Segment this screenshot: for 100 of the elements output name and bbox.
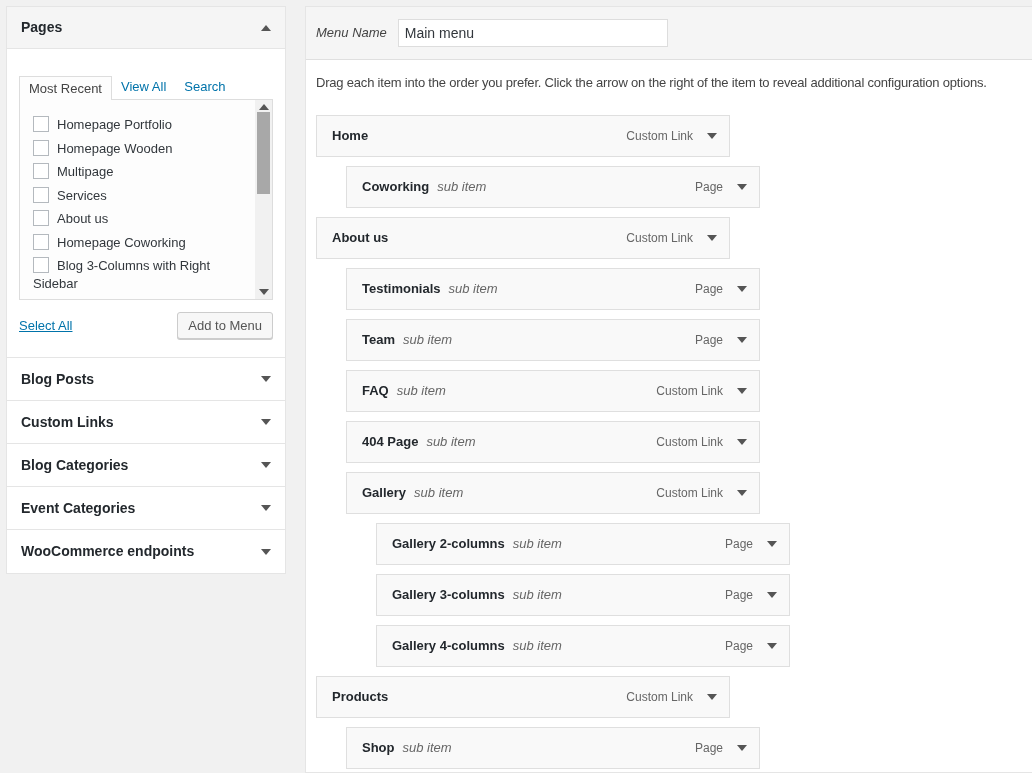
- expand-arrow-icon: [707, 235, 717, 241]
- menu-item-title: 404 Page: [362, 433, 419, 452]
- item-type: Custom Link: [656, 383, 723, 400]
- expand-arrow-icon: [261, 548, 271, 555]
- expand-arrow-icon: [737, 184, 747, 190]
- menu-item-bar[interactable]: Gallery 4-columns sub item Page: [376, 625, 790, 667]
- accordion-header[interactable]: Pages: [7, 7, 285, 49]
- collapse-arrow-icon: [261, 24, 271, 31]
- sub-item-note: sub item: [437, 178, 487, 197]
- scroll-up-icon: [258, 104, 269, 110]
- expand-arrow-icon: [261, 419, 271, 425]
- expand-arrow-icon: [767, 643, 777, 649]
- expand-arrow-icon: [737, 388, 747, 394]
- menu-item-bar[interactable]: Team sub item Page: [346, 319, 760, 361]
- expand-arrow-icon: [737, 745, 747, 751]
- checkbox[interactable]: [33, 139, 49, 156]
- expand-toggle[interactable]: [767, 592, 777, 598]
- menu-item-bar[interactable]: Home Custom Link: [316, 115, 730, 157]
- menu-item-bar[interactable]: Testimonials sub item Page: [346, 268, 760, 310]
- menu-item-title: Gallery 3-columns: [392, 586, 505, 605]
- menu-item-bar[interactable]: Coworking sub item Page: [346, 166, 760, 208]
- page-checkbox-item[interactable]: Homepage Portfolio: [33, 116, 251, 134]
- menu-item-title: Gallery 2-columns: [392, 535, 505, 554]
- expand-arrow-icon: [767, 592, 777, 598]
- menu-item-title: FAQ: [362, 382, 389, 401]
- menu-name-field[interactable]: Main menu: [397, 19, 668, 47]
- expand-arrow-icon: [707, 694, 717, 700]
- page-checkbox-item[interactable]: Blog 3-Columns with Right Sidebar: [33, 257, 251, 293]
- expand-toggle[interactable]: [737, 286, 747, 292]
- expand-toggle[interactable]: [737, 490, 747, 496]
- item-type: Page: [694, 740, 723, 757]
- expand-toggle[interactable]: [767, 643, 777, 649]
- expand-arrow-icon: [737, 337, 747, 343]
- expand-arrow-icon: [261, 376, 271, 382]
- tab[interactable]: Search: [175, 75, 235, 99]
- expand-toggle[interactable]: [707, 235, 717, 241]
- menu-item-bar[interactable]: Products Custom Link: [316, 676, 730, 718]
- expand-toggle[interactable]: [737, 745, 747, 751]
- item-type: Page: [724, 638, 753, 655]
- expand-toggle[interactable]: [737, 337, 747, 343]
- sub-item-note: sub item: [512, 637, 562, 656]
- expand-arrow-icon: [737, 490, 747, 496]
- checkbox[interactable]: [33, 186, 49, 203]
- page-checkbox-item[interactable]: Services: [33, 186, 251, 205]
- menu-item-bar[interactable]: Gallery 2-columns sub item Page: [376, 523, 790, 565]
- menu-item-title: Gallery: [362, 484, 407, 503]
- expand-toggle[interactable]: [737, 388, 747, 394]
- menu-item-title: Testimonials: [362, 280, 441, 299]
- sub-item-note: sub item: [512, 535, 562, 554]
- page-checkbox-item[interactable]: Homepage Coworking: [33, 233, 251, 252]
- item-type: Custom Link: [656, 485, 723, 502]
- menu-item-bar[interactable]: Gallery 3-columns sub item Page: [376, 574, 790, 616]
- item-type: Page: [724, 587, 753, 604]
- checkbox[interactable]: [33, 163, 49, 179]
- tab[interactable]: View All: [112, 75, 176, 99]
- expand-toggle[interactable]: [737, 184, 747, 190]
- checkbox[interactable]: [33, 257, 49, 273]
- menu-item-title: Home: [332, 127, 369, 146]
- expand-arrow-icon: [261, 462, 271, 468]
- menu-item-title: Gallery 4-columns: [392, 637, 505, 656]
- checkbox[interactable]: [33, 116, 49, 132]
- expand-toggle[interactable]: [737, 439, 747, 445]
- item-type: Page: [724, 536, 753, 553]
- scrollbar[interactable]: [255, 100, 272, 299]
- menu-item-title: Team: [362, 331, 395, 350]
- page-checkbox-item[interactable]: About us: [33, 210, 251, 228]
- sub-item-note: sub item: [396, 382, 446, 401]
- expand-toggle[interactable]: [707, 133, 717, 139]
- checkbox[interactable]: [33, 233, 49, 250]
- item-type: Custom Link: [656, 434, 723, 451]
- item-type: Custom Link: [626, 230, 693, 247]
- menu-item-bar[interactable]: Gallery sub item Custom Link: [346, 472, 760, 514]
- sub-item-note: sub item: [512, 586, 562, 605]
- expand-arrow-icon: [767, 541, 777, 547]
- expand-arrow-icon: [261, 505, 271, 511]
- sub-item-note: sub item: [448, 280, 498, 299]
- select-all-link[interactable]: Select All: [19, 315, 73, 336]
- sub-item-note: sub item: [414, 484, 464, 503]
- menu-item-bar[interactable]: Shop sub item Page: [346, 727, 760, 769]
- item-type: Page: [694, 332, 723, 349]
- menu-item-title: Coworking: [362, 178, 430, 197]
- expand-toggle[interactable]: [707, 694, 717, 700]
- checkbox[interactable]: [33, 210, 49, 226]
- menu-item-title: Shop: [362, 739, 395, 758]
- menu-item-bar[interactable]: FAQ sub item Custom Link: [346, 370, 760, 412]
- sub-item-note: sub item: [426, 433, 476, 452]
- expand-toggle[interactable]: [767, 541, 777, 547]
- tab[interactable]: Most Recent: [19, 76, 112, 100]
- menu-item-title: About us: [332, 229, 389, 248]
- page-checkbox-item[interactable]: Multipage: [33, 163, 251, 181]
- menu-item-bar[interactable]: About us Custom Link: [316, 217, 730, 259]
- sub-item-note: sub item: [403, 331, 453, 350]
- add-to-menu-button[interactable]: Add to Menu: [177, 312, 273, 339]
- page-checkbox-item[interactable]: Homepage Wooden: [33, 139, 251, 158]
- expand-arrow-icon: [707, 133, 717, 139]
- scroll-down-icon: [258, 289, 269, 295]
- menu-item-bar[interactable]: 404 Page sub item Custom Link: [346, 421, 760, 463]
- item-type: Custom Link: [626, 689, 693, 706]
- sub-item-note: sub item: [402, 739, 452, 758]
- expand-arrow-icon: [737, 286, 747, 292]
